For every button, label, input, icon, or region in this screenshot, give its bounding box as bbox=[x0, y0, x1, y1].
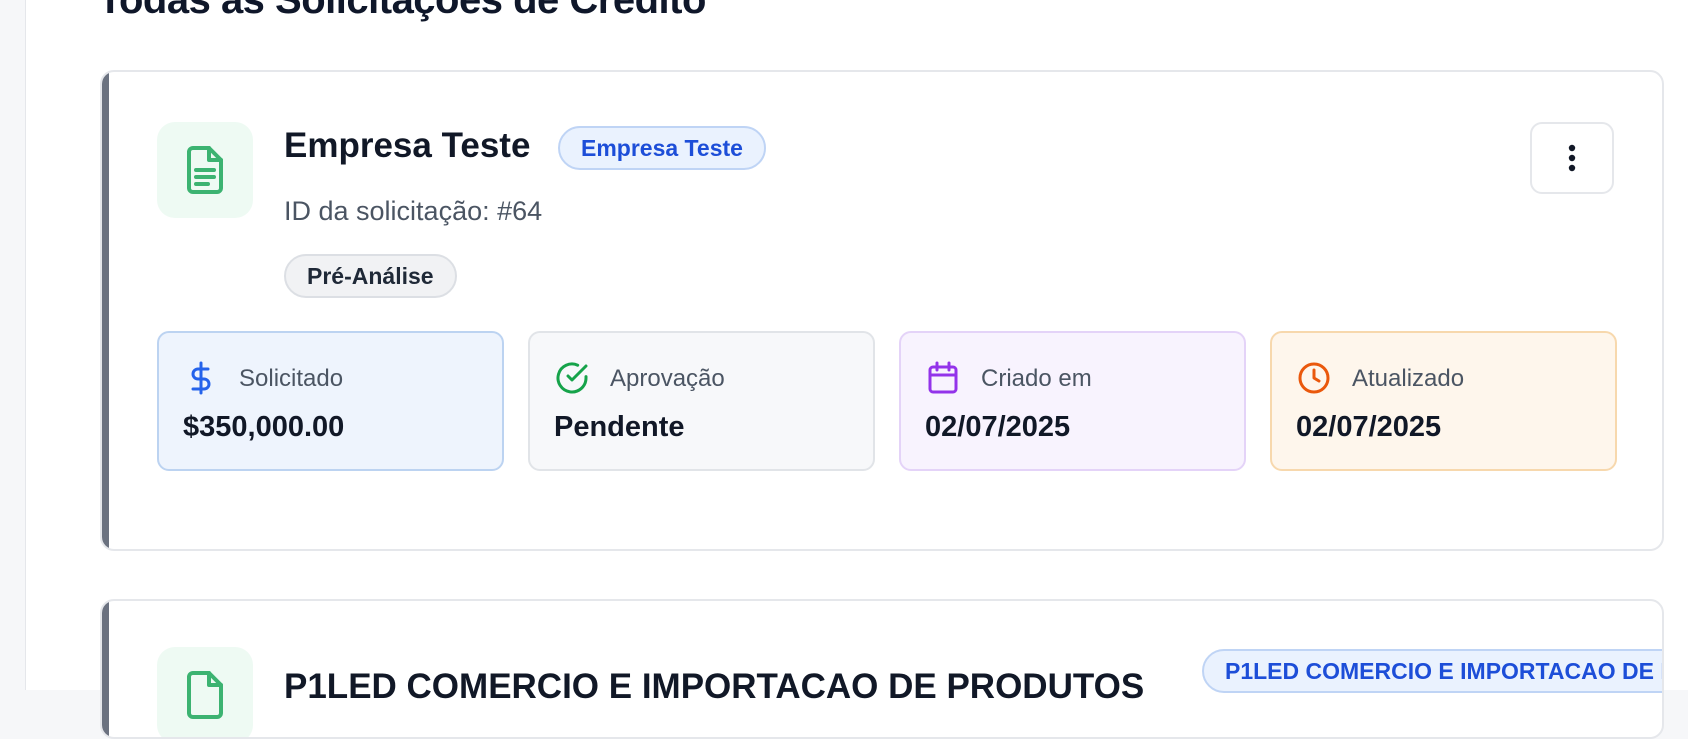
stat-value: $350,000.00 bbox=[183, 411, 345, 443]
document-icon bbox=[157, 122, 253, 218]
stat-value: Pendente bbox=[554, 411, 685, 443]
company-name: Empresa Teste bbox=[284, 126, 531, 165]
stat-updated: Atualizado 02/07/2025 bbox=[1270, 331, 1617, 471]
credit-request-card[interactable]: Empresa Teste Empresa Teste ID da solici… bbox=[100, 70, 1664, 551]
calendar-icon bbox=[928, 361, 958, 394]
more-options-button[interactable] bbox=[1530, 122, 1614, 194]
company-badge: P1LED COMERCIO E IMPORTACAO DE PRO bbox=[1202, 649, 1662, 693]
dollar-icon bbox=[191, 361, 211, 395]
stat-label: Criado em bbox=[981, 365, 1092, 392]
credit-request-card[interactable]: P1LED COMERCIO E IMPORTACAO DE PRODUTOS … bbox=[100, 599, 1664, 739]
stat-label: Atualizado bbox=[1352, 365, 1465, 392]
stat-label: Aprovação bbox=[610, 365, 725, 392]
stat-label: Solicitado bbox=[239, 365, 344, 392]
company-name: P1LED COMERCIO E IMPORTACAO DE PRODUTOS bbox=[284, 667, 1145, 706]
stat-created: Criado em 02/07/2025 bbox=[899, 331, 1246, 471]
company-badge: Empresa Teste bbox=[558, 126, 766, 170]
stat-requested: Solicitado $350,000.00 bbox=[157, 331, 504, 471]
stat-approval: Aprovação Pendente bbox=[528, 331, 875, 471]
document-icon bbox=[157, 647, 253, 737]
clock-icon bbox=[1298, 362, 1330, 394]
page-title: Todas as Solicitações de Crédito bbox=[98, 0, 706, 22]
status-badge: Pré-Análise bbox=[284, 254, 457, 298]
stat-value: 02/07/2025 bbox=[1296, 411, 1442, 443]
stat-value: 02/07/2025 bbox=[925, 411, 1071, 443]
main-panel: Todas as Solicitações de Crédito Empresa… bbox=[25, 0, 1688, 739]
check-circle-icon bbox=[556, 362, 588, 394]
more-vertical-icon bbox=[1568, 144, 1576, 172]
request-id: ID da solicitação: #64 bbox=[284, 196, 543, 226]
